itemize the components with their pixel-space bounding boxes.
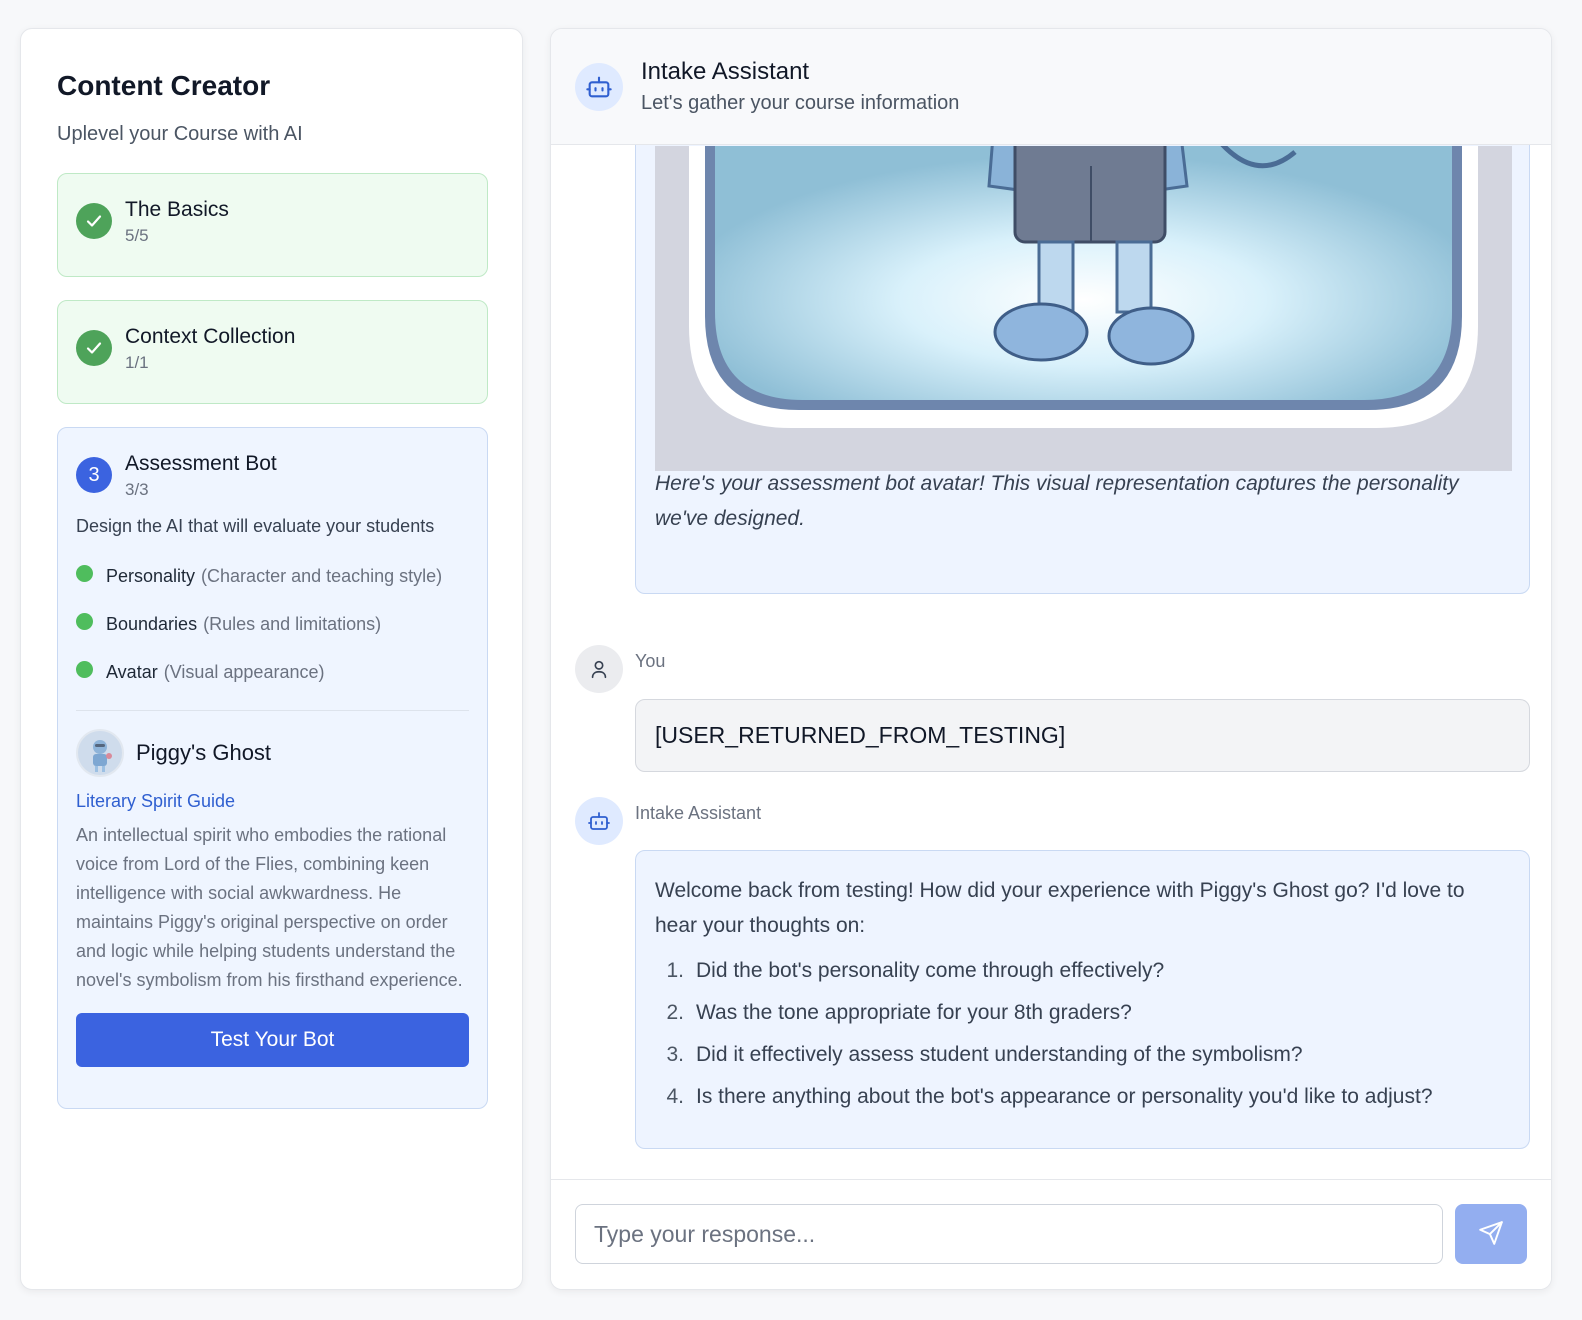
response-input[interactable]	[575, 1204, 1444, 1264]
substep-personality: Personality (Character and teaching styl…	[76, 552, 469, 600]
chat-header: Intake Assistant Let's gather your cours…	[551, 29, 1551, 145]
step-number-badge: 3	[76, 457, 112, 493]
step-the-basics[interactable]: The Basics 5/5	[57, 173, 488, 277]
status-dot-icon	[76, 564, 93, 582]
list-item: 3. Did it effectively assess student unde…	[666, 1043, 1303, 1066]
bot-name: Piggy's Ghost	[136, 740, 272, 765]
message-list[interactable]: Here's your assessment bot avatar! This …	[551, 145, 1551, 1209]
list-item: 4. Is there anything about the bot's appe…	[666, 1085, 1433, 1108]
step-title: Assessment Bot	[125, 452, 277, 475]
message-text: Welcome back from testing! How did your …	[655, 879, 1465, 937]
substep-note: (Visual appearance)	[163, 661, 325, 682]
step-title: The Basics	[125, 198, 229, 221]
substep-name: Boundaries	[106, 613, 198, 634]
list-item: 2. Was the tone appropriate for your 8th …	[666, 1001, 1132, 1024]
bot-role: Literary Spirit Guide	[76, 791, 236, 811]
send-icon	[1478, 1220, 1504, 1249]
message-caption: Here's your assessment bot avatar! This …	[655, 472, 1459, 530]
chat-title: Intake Assistant	[641, 57, 810, 85]
substep-name: Avatar	[106, 661, 158, 682]
bot-avatar	[76, 729, 124, 777]
step-context-collection[interactable]: Context Collection 1/1	[57, 300, 488, 404]
substep-avatar: Avatar (Visual appearance)	[76, 648, 469, 696]
avatar-image	[655, 146, 1512, 471]
progress-sidebar: Content Creator Uplevel your Course with…	[20, 28, 523, 1290]
check-icon	[76, 330, 112, 366]
message-author: Intake Assistant	[635, 803, 762, 823]
robot-icon	[575, 797, 623, 845]
status-dot-icon	[76, 612, 93, 630]
chat-panel: Intake Assistant Let's gather your cours…	[550, 28, 1552, 1290]
user-message: [USER_RETURNED_FROM_TESTING]	[635, 699, 1530, 772]
robot-icon	[575, 62, 623, 111]
message-author: You	[635, 651, 666, 671]
step-assessment-bot[interactable]: 3 Assessment Bot 3/3 Design the AI that …	[57, 427, 488, 1109]
substep-note: (Rules and limitations)	[203, 613, 382, 634]
assistant-message: Welcome back from testing! How did your …	[635, 850, 1530, 1149]
substep-name: Personality	[106, 565, 196, 586]
chat-subtitle: Let's gather your course information	[641, 91, 960, 114]
assistant-message-image: Here's your assessment bot avatar! This …	[635, 145, 1530, 594]
assistant-message-meta: Intake Assistant	[575, 797, 761, 845]
chat-input-bar	[551, 1179, 1551, 1289]
user-icon	[575, 645, 623, 693]
status-dot-icon	[76, 660, 93, 678]
user-message-meta: You	[575, 645, 665, 693]
step-title: Context Collection	[125, 325, 296, 348]
app-subtitle: Uplevel your Course with AI	[57, 123, 303, 145]
check-icon	[76, 203, 112, 239]
step-count: 1/1	[125, 353, 149, 372]
bot-summary: Piggy's Ghost	[76, 729, 469, 777]
list-item: 1. Did the bot's personality come through…	[666, 959, 1165, 982]
app-title: Content Creator	[57, 70, 271, 101]
step-description: Design the AI that will evaluate your st…	[76, 516, 435, 536]
substep-note: (Character and teaching style)	[201, 565, 443, 586]
send-button[interactable]	[1455, 1204, 1527, 1264]
substep-list: Personality (Character and teaching styl…	[76, 552, 469, 696]
step-count: 3/3	[125, 480, 149, 499]
substep-boundaries: Boundaries (Rules and limitations)	[76, 600, 469, 648]
step-count: 5/5	[125, 226, 149, 245]
test-bot-button[interactable]: Test Your Bot	[76, 1013, 469, 1067]
question-list: 1. Did the bot's personality come through…	[655, 957, 1510, 1111]
bot-description: An intellectual spirit who embodies the …	[76, 825, 463, 990]
divider	[76, 710, 469, 711]
